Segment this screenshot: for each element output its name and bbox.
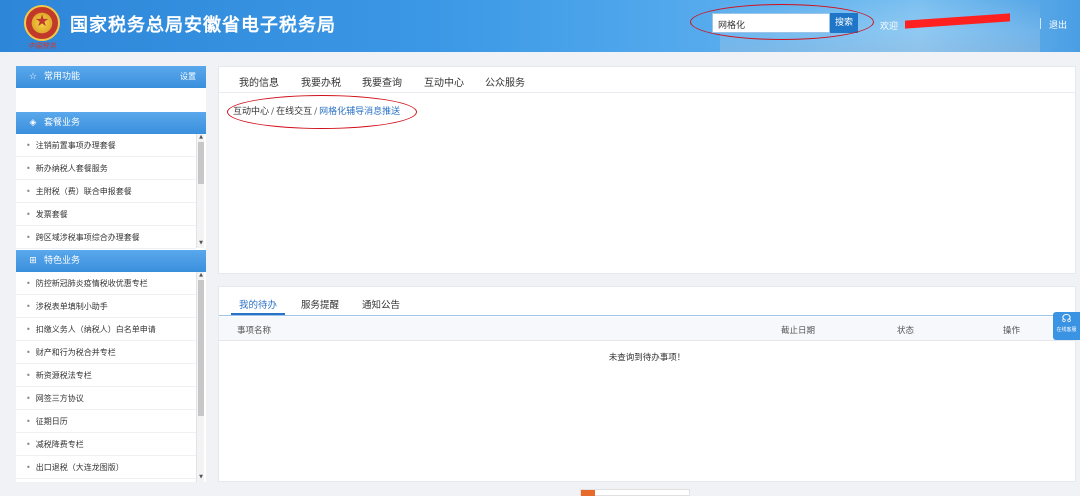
scroll-down-icon[interactable]: ▼ xyxy=(197,474,205,481)
annotation-oval-search xyxy=(690,4,874,40)
tab-service-reminder[interactable]: 服务提醒 xyxy=(301,297,339,311)
headset-icon: ☊ xyxy=(1061,312,1072,325)
settings-link[interactable]: 设置 xyxy=(180,66,196,88)
package-list: 注销前置事项办理套餐 新办纳税人套餐服务 主附税（费）联合申报套餐 发票套餐 跨… xyxy=(16,134,196,249)
nav-query[interactable]: 我要查询 xyxy=(362,74,402,89)
feature-list: 防控新冠肺炎疫情税收优惠专栏 涉税表单填制小助手 扣缴义务人（纳税人）白名单申请… xyxy=(16,272,196,479)
scroll-down-icon[interactable]: ▼ xyxy=(197,240,205,247)
sidebar-item[interactable]: 防控新冠肺炎疫情税收优惠专栏 xyxy=(16,272,196,295)
empty-state-message: 未查询到待办事项！ xyxy=(608,353,686,363)
sidebar-item[interactable]: 涉税表单填制小助手 xyxy=(16,295,196,318)
nav-tax-handling[interactable]: 我要办税 xyxy=(301,74,341,89)
sidebar-item[interactable]: 扣缴义务人（纳税人）白名单申请 xyxy=(16,318,196,341)
left-sidebar: ☆ 常用功能 设置 ◈ 套餐业务 注销前置事项办理套餐 新办纳税人套餐服务 主附税（… xyxy=(16,66,206,482)
column-header-action: 操作 xyxy=(1003,326,1021,336)
sidebar-header-label: 特色业务 xyxy=(44,256,81,266)
sidebar-item[interactable]: 征期日历 xyxy=(16,410,196,433)
sidebar-item[interactable]: 发票套餐 xyxy=(16,203,196,226)
tab-divider xyxy=(219,315,1075,316)
feature-scrollbar[interactable]: ▲ ▼ xyxy=(196,272,204,482)
header-bar: 中国税务 国家税务总局安徽省电子税务局 网格化 搜索 欢迎 退出 xyxy=(0,0,1080,52)
sidebar-header-common[interactable]: ☆ 常用功能 设置 xyxy=(16,66,206,88)
sidebar-item[interactable]: 网签三方协议 xyxy=(16,387,196,410)
tab-notice[interactable]: 通知公告 xyxy=(362,297,400,311)
nav-interaction-center[interactable]: 互动中心 xyxy=(424,74,464,89)
sidebar-item[interactable]: 注销前置事项办理套餐 xyxy=(16,134,196,157)
grid-icon: ⊞ xyxy=(29,256,37,266)
annotation-oval-breadcrumb xyxy=(227,95,417,129)
sidebar-header-package[interactable]: ◈ 套餐业务 xyxy=(16,112,206,134)
main-nav: 我的信息 我要办税 我要查询 互动中心 公众服务 xyxy=(219,67,1075,93)
sidebar-header-label: 常用功能 xyxy=(44,72,81,82)
logout-link[interactable]: 退出 xyxy=(1049,18,1067,31)
star-outline-icon: ☆ xyxy=(28,72,38,82)
header-divider xyxy=(1040,18,1041,29)
todo-panel: 我的待办 服务提醒 通知公告 事项名称 截止日期 状态 操作 未查询到待办事项！ xyxy=(218,286,1076,482)
scroll-up-icon[interactable]: ▲ xyxy=(197,272,205,279)
scroll-up-icon[interactable]: ▲ xyxy=(197,134,205,141)
todo-table-header: 事项名称 截止日期 状态 操作 xyxy=(219,317,1075,341)
emblem-caption: 中国税务 xyxy=(28,42,56,50)
nav-my-info[interactable]: 我的信息 xyxy=(239,74,279,89)
welcome-text: 欢迎 xyxy=(880,22,899,32)
package-scrollbar[interactable]: ▲ ▼ xyxy=(196,134,204,248)
sidebar-item[interactable]: 出口退税（大连龙图版） xyxy=(16,456,196,479)
sidebar-item[interactable]: 主附税（费）联合申报套餐 xyxy=(16,180,196,203)
column-header-deadline: 截止日期 xyxy=(781,326,816,336)
online-service-button[interactable]: ☊ 在线客服 xyxy=(1053,312,1080,340)
tab-my-todo[interactable]: 我的待办 xyxy=(239,297,277,311)
scrollbar-thumb[interactable] xyxy=(198,280,204,416)
column-header-status: 状态 xyxy=(897,326,915,336)
layers-icon: ◈ xyxy=(29,118,37,128)
online-service-label: 在线客服 xyxy=(1056,327,1077,333)
sidebar-item[interactable]: 财产和行为税合并专栏 xyxy=(16,341,196,364)
column-header-item-name: 事项名称 xyxy=(237,326,272,336)
sidebar-header-feature[interactable]: ⊞ 特色业务 xyxy=(16,250,206,272)
site-title[interactable]: 国家税务总局安徽省电子税务局 xyxy=(70,11,336,37)
tax-emblem-icon xyxy=(24,5,60,41)
sidebar-item[interactable]: 跨区域涉税事项综合办理套餐 xyxy=(16,226,196,249)
nav-public-service[interactable]: 公众服务 xyxy=(485,74,525,89)
sidebar-item[interactable]: 减税降费专栏 xyxy=(16,433,196,456)
sidebar-header-label: 套餐业务 xyxy=(44,118,81,128)
footer-badge xyxy=(580,489,690,496)
sidebar-item[interactable]: 新资源税法专栏 xyxy=(16,364,196,387)
sidebar-item[interactable]: 新办纳税人套餐服务 xyxy=(16,157,196,180)
scrollbar-thumb[interactable] xyxy=(198,142,204,184)
